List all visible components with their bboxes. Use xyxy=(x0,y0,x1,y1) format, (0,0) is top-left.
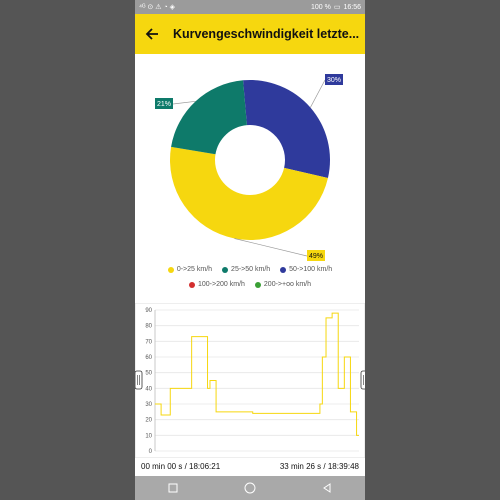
y-tick-label: 20 xyxy=(145,418,152,424)
legend-label: 0->25 km/h xyxy=(176,266,213,273)
pie-leader-line xyxy=(172,100,196,105)
legend-dot-icon xyxy=(254,281,261,288)
battery-text: 100 % xyxy=(310,3,331,11)
square-icon xyxy=(168,483,178,493)
time-range-bar: 00 min 00 s / 18:06:21 33 min 26 s / 18:… xyxy=(135,458,365,474)
legend-dot-icon xyxy=(189,281,195,288)
circle-icon xyxy=(244,482,256,494)
back-button[interactable] xyxy=(135,14,169,54)
clock: 16:56 xyxy=(343,3,361,11)
legend-item[interactable]: 100->200 km/h xyxy=(189,281,245,288)
legend-dot-icon xyxy=(280,266,287,273)
battery-icon: ▭ xyxy=(333,4,341,11)
legend-dot-icon xyxy=(222,266,229,273)
back-nav-button[interactable] xyxy=(312,478,342,498)
pie-label: 21% xyxy=(157,101,171,108)
y-tick-label: 90 xyxy=(145,308,152,314)
end-time-label: 33 min 26 s / 18:39:48 xyxy=(279,461,359,471)
right-range-handle[interactable] xyxy=(360,370,365,390)
y-tick-label: 80 xyxy=(145,324,152,330)
pie-label: 30% xyxy=(327,77,341,84)
legend-label: 100->200 km/h xyxy=(198,281,245,288)
pie-leader-line xyxy=(234,238,308,257)
phone-screen: ⁴ᴳ ⊙ ⚠ ◔ ◈ 100 % ▭ 16:56 Kurvengeschwind… xyxy=(135,0,365,500)
system-nav-bar xyxy=(135,476,365,500)
pie-slice xyxy=(171,80,247,155)
y-tick-label: 30 xyxy=(145,402,152,408)
y-tick-label: 50 xyxy=(145,371,152,377)
legend-label: 200->+oo km/h xyxy=(263,281,311,288)
y-tick-label: 60 xyxy=(145,355,152,361)
y-tick-label: 10 xyxy=(145,433,152,439)
status-icons: ⁴ᴳ ⊙ ⚠ ◔ ◈ xyxy=(139,4,176,11)
legend-label: 50->100 km/h xyxy=(289,266,333,273)
arrow-left-icon xyxy=(145,28,158,40)
donut-chart: 30% 49% 21% xyxy=(155,74,343,261)
legend-dot-icon xyxy=(167,266,174,273)
status-bar: ⁴ᴳ ⊙ ⚠ ◔ ◈ 100 % ▭ 16:56 xyxy=(135,0,365,14)
legend-item[interactable]: 0->25 km/h xyxy=(167,266,213,273)
pie-leader-line xyxy=(310,79,326,108)
left-range-handle[interactable] xyxy=(135,370,143,390)
right-backdrop xyxy=(365,0,500,500)
app-bar: Kurvengeschwindigkeit letzte... xyxy=(135,14,365,54)
start-time-label: 00 min 00 s / 18:06:21 xyxy=(141,461,221,471)
y-tick-label: 70 xyxy=(145,339,152,345)
y-tick-label: 40 xyxy=(145,386,152,392)
legend-item[interactable]: 200->+oo km/h xyxy=(254,281,311,288)
chart-frame xyxy=(135,303,365,458)
recents-button[interactable] xyxy=(158,478,188,498)
pie-label: 49% xyxy=(309,253,323,260)
triangle-back-icon xyxy=(322,483,331,493)
legend-item[interactable]: 25->50 km/h xyxy=(222,266,270,273)
speed-line-chart: 0102030405060708090 xyxy=(135,303,365,458)
chart-legend: 0->25 km/h 25->50 km/h 50->100 km/h 100->2… xyxy=(135,266,365,296)
page-title: Kurvengeschwindigkeit letzte... xyxy=(173,27,360,41)
left-backdrop xyxy=(0,0,135,500)
home-button[interactable] xyxy=(235,478,265,498)
legend-item[interactable]: 50->100 km/h xyxy=(280,266,332,273)
legend-label: 25->50 km/h xyxy=(231,266,271,273)
